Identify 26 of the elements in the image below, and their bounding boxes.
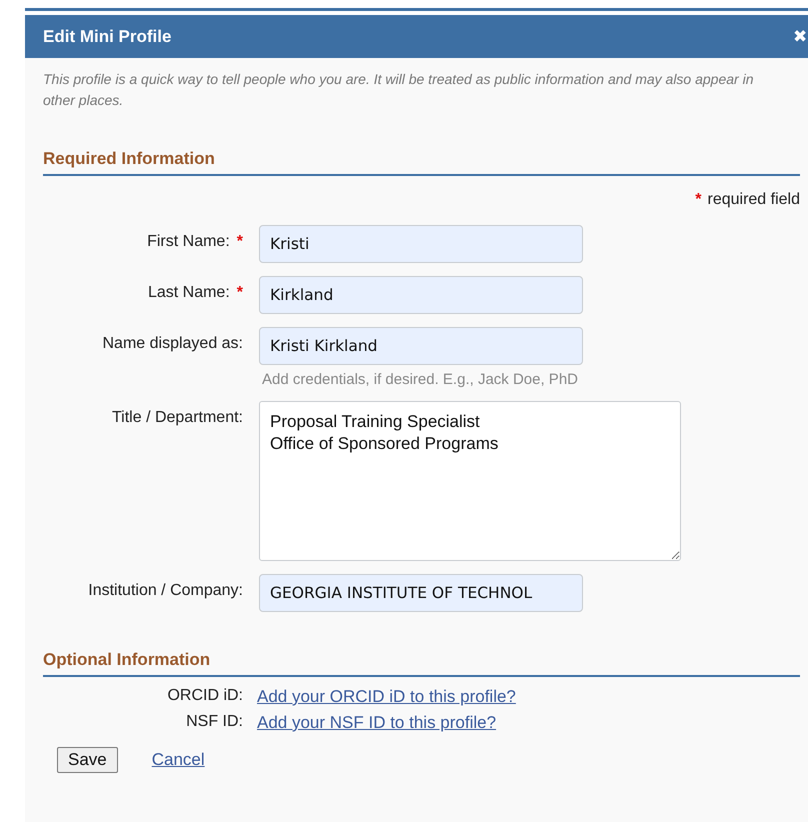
field-label: Last Name: [148, 284, 230, 301]
text-field[interactable]: Kristi Kirkland [259, 327, 583, 365]
field-hint: Add credentials, if desired. E.g., Jack Doe, PhD [262, 371, 579, 388]
text-field[interactable]: GEORGIA INSTITUTE OF TECHNOL [259, 574, 583, 612]
required-marker: * [236, 233, 243, 250]
section-heading: Optional Information [43, 650, 210, 669]
field-label: Name displayed as: [102, 335, 243, 352]
close-button[interactable]: ✖ [792, 26, 808, 47]
section-heading: Required Information [43, 149, 215, 168]
required-marker: * [695, 191, 702, 209]
add-id-link[interactable]: Add your NSF ID to this profile? [257, 713, 496, 733]
field-label: Title / Department: [112, 409, 243, 426]
add-id-link[interactable]: Add your ORCID iD to this profile? [257, 687, 516, 707]
field-label: NSF ID: [186, 713, 243, 730]
intro-text: This profile is a quick way to tell people who you are. It will be treated as public information and may also appear in other places. [43, 70, 754, 110]
dialog-title: Edit Mini Profile [43, 26, 172, 46]
text-field[interactable]: Kirkland [259, 276, 583, 314]
text-area[interactable]: Proposal Training Specialist Office of Sponsored Programs [259, 401, 681, 561]
field-label: First Name: [147, 233, 230, 250]
required-marker: * [236, 284, 243, 301]
required-legend: required field [708, 191, 800, 209]
save-button[interactable]: Save [57, 747, 118, 773]
cancel-link[interactable]: Cancel [152, 750, 205, 770]
field-label: Institution / Company: [88, 582, 243, 599]
text-field[interactable]: Kristi [259, 225, 583, 263]
field-label: ORCID iD: [167, 687, 243, 704]
